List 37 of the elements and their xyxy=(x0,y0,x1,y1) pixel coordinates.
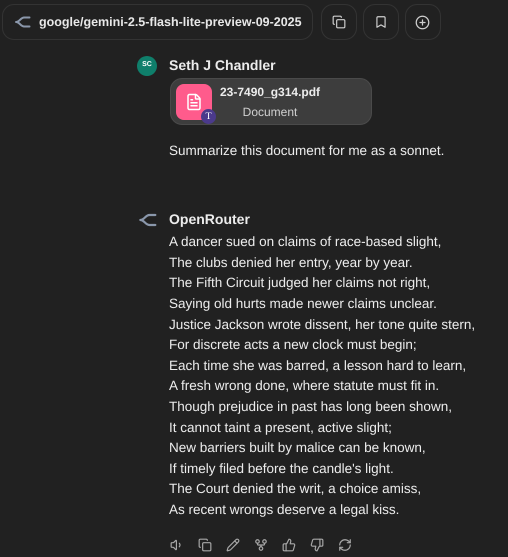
poem-line: As recent wrongs deserve a legal kiss. xyxy=(169,500,400,519)
file-name: 23-7490_g314.pdf xyxy=(220,84,320,100)
copy-button[interactable] xyxy=(320,4,357,40)
thumbs-down-icon xyxy=(310,538,324,552)
new-chat-button[interactable] xyxy=(404,4,441,40)
author-name: Seth J Chandler xyxy=(169,56,276,75)
bookmark-icon xyxy=(374,15,388,29)
copy-icon xyxy=(198,538,212,552)
logo-icon xyxy=(13,16,31,28)
document-icon xyxy=(176,84,212,120)
poem-line: The Fifth Circuit judged her claims not right, xyxy=(169,274,432,292)
thumbs-up-icon xyxy=(282,538,296,552)
refresh-icon xyxy=(338,538,352,552)
author-name: OpenRouter xyxy=(169,210,250,230)
poem-line: Justice Jackson wrote dissent, her tone quite stern, xyxy=(169,316,476,334)
poem-line: Each time she was barred, a lesson hard to learn, xyxy=(169,356,468,375)
model-selector[interactable]: google/gemini-2.5-flash-lite-preview-09-2025 xyxy=(2,4,313,40)
poem-line: The clubs denied her entry, year by year. xyxy=(169,254,414,272)
poem-line: A dancer sued on claims of race-based slight, xyxy=(169,233,442,252)
add-icon xyxy=(415,14,430,30)
poem-line: A fresh wrong done, where statute must fit in. xyxy=(169,377,440,396)
poem-line: Though prejudice in past has long been shown, xyxy=(169,398,453,416)
bookmark-button[interactable] xyxy=(362,4,399,40)
attachment-card[interactable]: T 23-7490_g314.pdf Document xyxy=(170,78,372,125)
text-badge: T xyxy=(201,108,216,124)
pencil-icon xyxy=(226,538,240,552)
poem-line: For discrete acts a new clock must begin; xyxy=(169,336,418,354)
poem-line: New barriers built by malice can be known, xyxy=(169,439,427,458)
poem-line: If timely filed before the candle's light. xyxy=(169,460,395,478)
copy-icon xyxy=(332,15,346,29)
file-type: Document xyxy=(242,104,298,120)
message-text: Summarize this document for me as a sonnet. xyxy=(169,142,446,160)
branch-icon xyxy=(254,538,268,552)
logo-icon xyxy=(137,212,157,227)
poem-line: Saying old hurts made newer claims unclear. xyxy=(169,295,438,314)
poem-line: The Court denied the writ, a choice amiss, xyxy=(169,480,422,498)
poem-line: It cannot taint a present, active slight; xyxy=(169,418,393,437)
